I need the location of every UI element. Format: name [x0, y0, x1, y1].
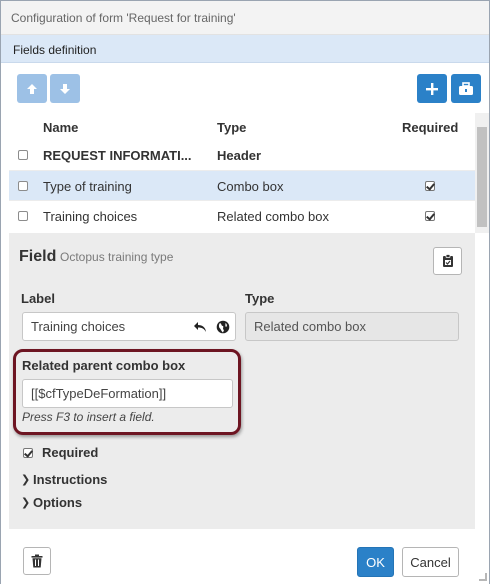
move-up-button[interactable] [17, 74, 47, 103]
row-type-cell: Header [217, 148, 262, 163]
arrow-up-icon [27, 83, 37, 94]
form-configuration-dialog: Configuration of form 'Request for train… [0, 0, 490, 584]
dialog-titlebar[interactable]: Configuration of form 'Request for train… [1, 1, 489, 35]
chevron-right-icon: ❯ [21, 474, 31, 486]
instructions-toggle[interactable]: ❯ Instructions [21, 472, 107, 487]
row-type-cell: Combo box [217, 179, 284, 194]
column-header-type[interactable]: Type [217, 120, 246, 135]
row-name-cell: Type of training [43, 179, 132, 194]
row-select-checkbox[interactable] [18, 181, 28, 191]
plus-icon [426, 82, 438, 95]
resize-grip[interactable] [479, 573, 487, 581]
column-header-name[interactable]: Name [43, 120, 78, 135]
fields-grid: Name Type Required REQUEST INFORMATI... H… [9, 113, 475, 231]
add-field-button[interactable] [417, 74, 447, 103]
row-type-cell: Related combo box [217, 209, 330, 224]
field-panel-subtitle: Octopus training type [60, 250, 174, 264]
grid-header-row: Name Type Required [9, 113, 475, 140]
undo-arrow-icon[interactable] [193, 321, 207, 333]
fields-definition-label: Fields definition [13, 43, 97, 57]
required-label[interactable]: Required [42, 445, 98, 460]
globe-icon[interactable] [216, 320, 230, 334]
dialog-footer: OK Cancel [1, 537, 489, 584]
table-row[interactable]: Type of training Combo box [9, 170, 475, 200]
insert-field-hint: Press F3 to insert a field. [22, 410, 155, 424]
related-parent-value: [[$cfTypeDeFormation]] [31, 386, 167, 401]
move-down-button[interactable] [50, 74, 80, 103]
column-header-required[interactable]: Required [402, 120, 458, 135]
options-toggle[interactable]: ❯ Options [21, 495, 82, 510]
label-input-value: Training choices [31, 319, 126, 334]
field-panel-title: Field [19, 248, 57, 265]
chevron-right-icon: ❯ [21, 497, 31, 509]
grid-scrollbar-thumb[interactable] [477, 127, 487, 227]
ok-button[interactable]: OK [357, 547, 394, 577]
type-value: Related combo box [254, 319, 367, 334]
toolbox-button[interactable] [451, 74, 481, 103]
field-properties-button[interactable] [433, 247, 462, 275]
clipboard-icon [442, 254, 453, 267]
type-readonly-field: Related combo box [245, 312, 459, 341]
label-input[interactable]: Training choices [22, 312, 236, 341]
related-parent-input[interactable]: [[$cfTypeDeFormation]] [22, 379, 233, 408]
table-row[interactable]: REQUEST INFORMATI... Header [9, 140, 475, 170]
required-checkbox[interactable] [23, 448, 33, 458]
cancel-button[interactable]: Cancel [402, 547, 459, 577]
field-detail-panel: Field Octopus training type Label Traini… [9, 233, 475, 529]
row-name-cell: REQUEST INFORMATI... [43, 148, 192, 163]
label-caption: Label [21, 291, 55, 306]
type-caption: Type [245, 291, 275, 306]
delete-field-button[interactable] [23, 547, 51, 575]
row-select-checkbox[interactable] [18, 211, 28, 221]
row-required-checkbox[interactable] [425, 211, 435, 221]
options-label: Options [33, 495, 83, 510]
toolbox-icon [459, 81, 473, 95]
related-parent-caption: Related parent combo box [22, 358, 186, 373]
table-row[interactable]: Training choices Related combo box [9, 200, 475, 230]
dialog-title: Configuration of form 'Request for train… [11, 11, 236, 25]
grid-scrollbar[interactable] [475, 113, 489, 233]
trash-icon [31, 554, 43, 568]
row-required-checkbox[interactable] [425, 181, 435, 191]
instructions-label: Instructions [33, 472, 108, 487]
row-name-cell: Training choices [43, 209, 138, 224]
arrow-down-icon [60, 83, 70, 94]
row-select-checkbox[interactable] [18, 150, 28, 160]
fields-definition-header: Fields definition [1, 35, 489, 63]
